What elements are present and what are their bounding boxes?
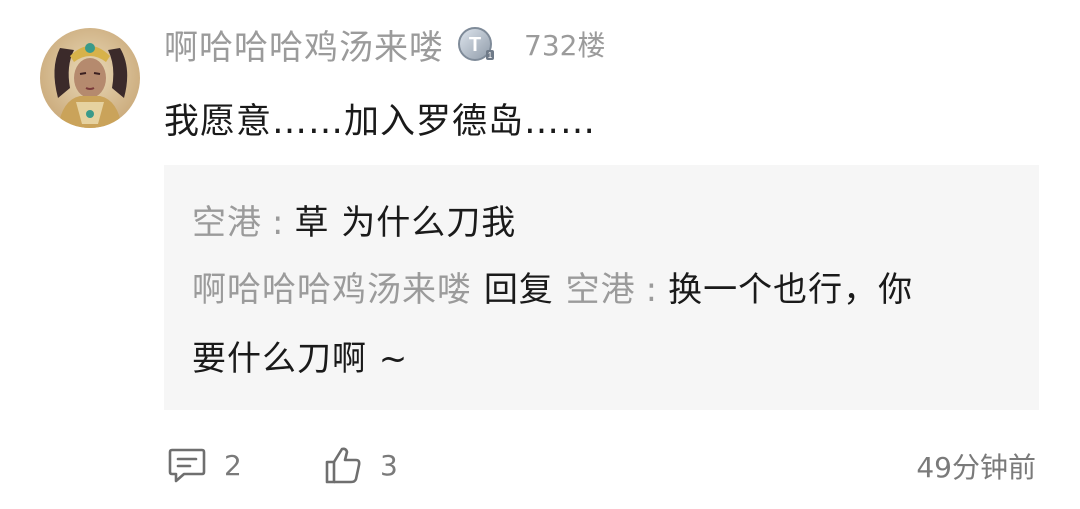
avatar-image xyxy=(40,28,140,128)
like-count: 3 xyxy=(380,448,398,482)
reply-text-line1: 换一个也行，你 xyxy=(668,270,914,310)
level-badge-icon: T 1 xyxy=(456,24,496,64)
reply-item[interactable]: 空港: 草 为什么刀我 xyxy=(192,201,516,245)
comment-username[interactable]: 啊哈哈哈鸡汤来喽 xyxy=(164,20,444,69)
reply-text: 草 为什么刀我 xyxy=(294,203,517,243)
comment-count: 2 xyxy=(224,448,242,482)
reply-box[interactable]: 空港: 草 为什么刀我 啊哈哈哈鸡汤来喽 回复 空港: 换一个也行，你 要什么刀啊 … xyxy=(164,165,1039,410)
avatar[interactable] xyxy=(40,28,140,128)
reply-separator: : xyxy=(272,203,285,243)
reply-item[interactable]: 啊哈哈哈鸡汤来喽 回复 空港: 换一个也行，你 xyxy=(192,268,913,312)
reply-text-continued: 要什么刀啊 ~ xyxy=(192,337,408,381)
reply-username[interactable]: 啊哈哈哈鸡汤来喽 xyxy=(192,270,472,310)
reply-text-line2: 要什么刀啊 ~ xyxy=(192,339,409,379)
reply-to-username[interactable]: 空港 xyxy=(566,270,636,310)
like-button[interactable]: 3 xyxy=(322,440,398,490)
comment-text: 我愿意……加入罗德岛…… xyxy=(164,102,597,142)
reply-separator: : xyxy=(645,270,659,310)
comment-icon xyxy=(166,444,208,486)
comment-header: 啊哈哈哈鸡汤来喽 T 1 732楼 xyxy=(164,20,605,68)
svg-text:1: 1 xyxy=(488,51,493,60)
thumbs-up-icon xyxy=(322,444,364,486)
reply-username[interactable]: 空港 xyxy=(192,203,262,243)
comment-button[interactable]: 2 xyxy=(166,440,242,490)
floor-number: 732楼 xyxy=(524,29,606,62)
svg-text:T: T xyxy=(469,34,481,56)
reply-word: 回复 xyxy=(483,270,554,310)
timestamp: 49分钟前 xyxy=(916,451,1036,484)
